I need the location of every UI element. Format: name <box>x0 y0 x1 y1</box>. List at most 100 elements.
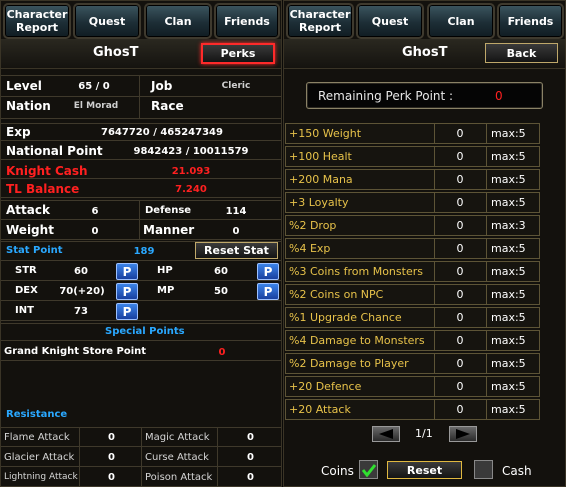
perk-row: %4 Exp 0 max:5 <box>285 238 540 259</box>
tab-clan[interactable]: Clan <box>427 3 495 39</box>
level-label: Level <box>6 79 42 93</box>
gk-store-label: Grand Knight Store Point <box>4 346 147 357</box>
perk-name: %3 Coins from Monsters <box>289 265 423 278</box>
glacier-attack-label: Glacier Attack <box>4 452 75 463</box>
job-label: Job <box>151 79 173 93</box>
perk-value[interactable]: 0 <box>435 193 485 212</box>
nation-value: El Morad <box>73 101 119 111</box>
int-plus-button[interactable]: P <box>116 303 138 320</box>
str-value: 60 <box>74 266 88 277</box>
perk-max: max:5 <box>491 357 526 370</box>
perk-value[interactable]: 0 <box>435 400 485 419</box>
perk-value[interactable]: 0 <box>435 285 485 304</box>
tab-friends[interactable]: Friends <box>497 3 564 39</box>
remaining-perk-box: Remaining Perk Point : 0 <box>306 82 543 109</box>
perk-max: max:5 <box>491 173 526 186</box>
mp-plus-button[interactable]: P <box>257 283 279 300</box>
int-label: INT <box>15 305 34 316</box>
perk-name: +200 Mana <box>289 173 353 186</box>
reset-perks-button[interactable]: Reset <box>387 461 462 479</box>
perk-value[interactable]: 0 <box>435 147 485 166</box>
tl-balance-label: TL Balance <box>6 182 80 196</box>
perk-value[interactable]: 0 <box>435 170 485 189</box>
knight-cash-label: Knight Cash <box>6 164 88 178</box>
perk-max: max:5 <box>491 288 526 301</box>
perk-row: +200 Mana 0 max:5 <box>285 169 540 190</box>
perk-name: %4 Exp <box>289 242 331 255</box>
poison-attack-value: 0 <box>247 472 254 483</box>
back-button[interactable]: Back <box>485 43 558 63</box>
perk-name: +100 Healt <box>289 150 352 163</box>
manner-label: Manner <box>143 223 195 237</box>
knight-cash-value: 21.093 <box>171 166 211 177</box>
perk-value[interactable]: 0 <box>435 262 485 281</box>
perk-max: max:5 <box>491 127 526 140</box>
perk-max: max:5 <box>491 311 526 324</box>
tab-friends[interactable]: Friends <box>214 3 280 39</box>
coins-label: Coins <box>321 464 354 478</box>
mp-label: MP <box>157 285 175 296</box>
attack-value: 6 <box>91 206 99 217</box>
perks-header: GhosT Back <box>284 39 565 69</box>
perk-name: +150 Weight <box>289 127 362 140</box>
character-name: GhosT <box>93 45 139 60</box>
reset-stat-button[interactable]: Reset Stat <box>195 242 278 259</box>
curse-attack-label: Curse Attack <box>145 452 209 463</box>
tab-character-report[interactable]: Character Report <box>3 3 71 39</box>
perk-value[interactable]: 0 <box>435 216 485 235</box>
perk-value[interactable]: 0 <box>435 308 485 327</box>
perk-row: +150 Weight 0 max:5 <box>285 123 540 144</box>
curse-attack-value: 0 <box>247 452 254 463</box>
perk-max: max:3 <box>491 219 526 232</box>
dex-plus-button[interactable]: P <box>116 283 138 300</box>
national-point-label: National Point <box>6 144 103 158</box>
weight-label: Weight <box>6 223 54 237</box>
coins-checkbox[interactable] <box>359 460 378 479</box>
magic-attack-label: Magic Attack <box>145 432 210 443</box>
level-value: 65 / 0 <box>78 81 110 92</box>
checkmark-icon <box>361 463 376 477</box>
magic-attack-value: 0 <box>247 432 254 443</box>
perk-row: %2 Drop 0 max:3 <box>285 215 540 236</box>
arrow-right-icon <box>456 429 470 439</box>
perk-value[interactable]: 0 <box>435 331 485 350</box>
perk-row: %4 Damage to Monsters 0 max:5 <box>285 330 540 351</box>
character-header: GhosT Perks <box>1 39 281 69</box>
cash-checkbox[interactable] <box>474 460 493 479</box>
flame-attack-label: Flame Attack <box>4 432 70 443</box>
tab-quest[interactable]: Quest <box>356 3 424 39</box>
perk-name: %2 Damage to Player <box>289 357 409 370</box>
perk-value[interactable]: 0 <box>435 377 485 396</box>
str-plus-button[interactable]: P <box>116 263 138 280</box>
perk-max: max:5 <box>491 403 526 416</box>
perk-name: %1 Upgrade Chance <box>289 311 402 324</box>
tab-clan[interactable]: Clan <box>144 3 212 39</box>
hp-plus-button[interactable]: P <box>257 263 279 280</box>
perks-button[interactable]: Perks <box>201 43 275 64</box>
perk-max: max:5 <box>491 150 526 163</box>
tab-character-report[interactable]: Character Report <box>286 3 354 39</box>
stat-point-label: Stat Point <box>6 245 63 256</box>
defense-label: Defense <box>145 205 192 216</box>
perk-value[interactable]: 0 <box>435 354 485 373</box>
str-label: STR <box>15 265 37 276</box>
glacier-attack-value: 0 <box>108 452 115 463</box>
stat-point-value: 189 <box>133 246 155 257</box>
remaining-perk-label: Remaining Perk Point : <box>318 89 454 103</box>
perk-value[interactable]: 0 <box>435 239 485 258</box>
defense-value: 114 <box>225 206 247 217</box>
attack-label: Attack <box>6 203 50 217</box>
exp-label: Exp <box>6 125 31 139</box>
perk-max: max:5 <box>491 265 526 278</box>
character-report-panel: Character Report Quest Clan Friends GhosT… <box>0 0 282 487</box>
perk-name: +20 Attack <box>289 403 351 416</box>
perk-value[interactable]: 0 <box>435 124 485 143</box>
perk-row: %1 Upgrade Chance 0 max:5 <box>285 307 540 328</box>
page-indicator: 1/1 <box>415 427 433 440</box>
tab-quest[interactable]: Quest <box>73 3 141 39</box>
prev-page-button[interactable] <box>372 426 400 442</box>
perk-name: %2 Coins on NPC <box>289 288 384 301</box>
weight-value: 0 <box>91 226 99 237</box>
next-page-button[interactable] <box>449 426 477 442</box>
resistance-title: Resistance <box>6 409 68 420</box>
